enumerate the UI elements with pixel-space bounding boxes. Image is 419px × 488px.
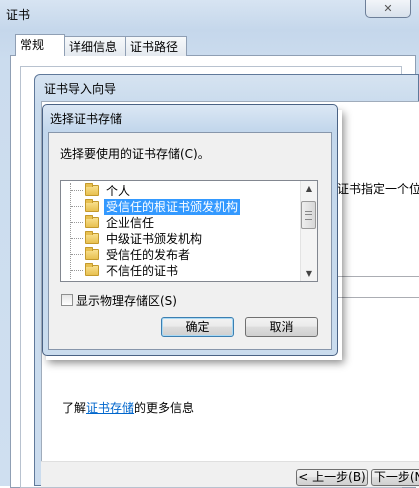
tab-certification-path[interactable]: 证书路径 [125, 36, 187, 56]
tree-item-trusted-publishers[interactable]: 受信任的发布者 [61, 247, 301, 263]
tree-connector [71, 238, 83, 239]
tab-details[interactable]: 详细信息 [64, 36, 126, 56]
ok-button[interactable]: 确定 [161, 317, 234, 337]
folder-icon [85, 199, 99, 212]
wizard-instruction-text: 证书指定一个位 [337, 182, 419, 196]
tree-vertical-connector [70, 183, 71, 279]
folder-icon [85, 263, 99, 276]
tree-item-personal[interactable]: 个人 [61, 183, 301, 199]
tree-item-label: 中级证书颁发机构 [106, 232, 203, 246]
next-button[interactable]: 下一步(N) [371, 469, 419, 486]
tree-item-label: 受信任的根证书颁发机构 [104, 199, 241, 215]
close-button[interactable]: ✕ [365, 0, 411, 18]
show-physical-stores-label[interactable]: 显示物理存储区(S) [76, 292, 177, 309]
tree-connector [71, 206, 83, 207]
tree-item-enterprise-trust[interactable]: 企业信任 [61, 215, 301, 231]
scrollbar-grip-icon [305, 211, 312, 220]
learn-more-prefix: 了解 [62, 401, 87, 415]
select-store-title: 选择证书存储 [50, 112, 123, 126]
certificate-window-title: 证书 [6, 8, 31, 22]
tree-item-label: 不信任的证书 [106, 264, 179, 278]
tree-connector [71, 190, 83, 191]
tree-scrollbar[interactable]: ▲ ▼ [300, 181, 317, 281]
close-icon: ✕ [383, 2, 393, 15]
tree-connector [71, 254, 83, 255]
certificate-store-field[interactable] [337, 276, 419, 298]
tree-item-label: 受信任的发布者 [106, 248, 191, 262]
tree-item-label: 个人 [106, 184, 131, 198]
show-physical-stores-checkbox[interactable] [61, 294, 73, 306]
import-wizard-title: 证书导入向导 [44, 82, 117, 96]
select-store-prompt: 选择要使用的证书存储(C)。 [60, 147, 210, 161]
folder-icon [85, 215, 99, 228]
folder-icon [85, 183, 99, 196]
tree-connector [71, 270, 83, 271]
folder-icon [85, 231, 99, 244]
certificate-store-link[interactable]: 证书存储 [86, 401, 134, 415]
store-tree[interactable]: 个人 受信任的根证书颁发机构 企业信任 中级证书颁发机构 受信任的发布者 不信任… [60, 180, 318, 282]
tree-item-intermediate-ca[interactable]: 中级证书颁发机构 [61, 231, 301, 247]
cancel-button[interactable]: 取消 [245, 317, 318, 337]
folder-icon [85, 247, 99, 260]
learn-more-suffix: 的更多信息 [134, 401, 195, 415]
tree-item-untrusted[interactable]: 不信任的证书 [61, 263, 301, 279]
tree-connector [71, 222, 83, 223]
tree-item-trusted-root[interactable]: 受信任的根证书颁发机构 [61, 199, 301, 215]
back-button[interactable]: < 上一步(B) [296, 469, 368, 486]
learn-more-text: 了解证书存储的更多信息 [62, 399, 194, 416]
tree-item-label: 企业信任 [106, 216, 155, 230]
scroll-down-icon[interactable]: ▼ [301, 266, 317, 281]
scroll-up-icon[interactable]: ▲ [301, 181, 317, 196]
tab-general[interactable]: 常规 [15, 34, 65, 56]
